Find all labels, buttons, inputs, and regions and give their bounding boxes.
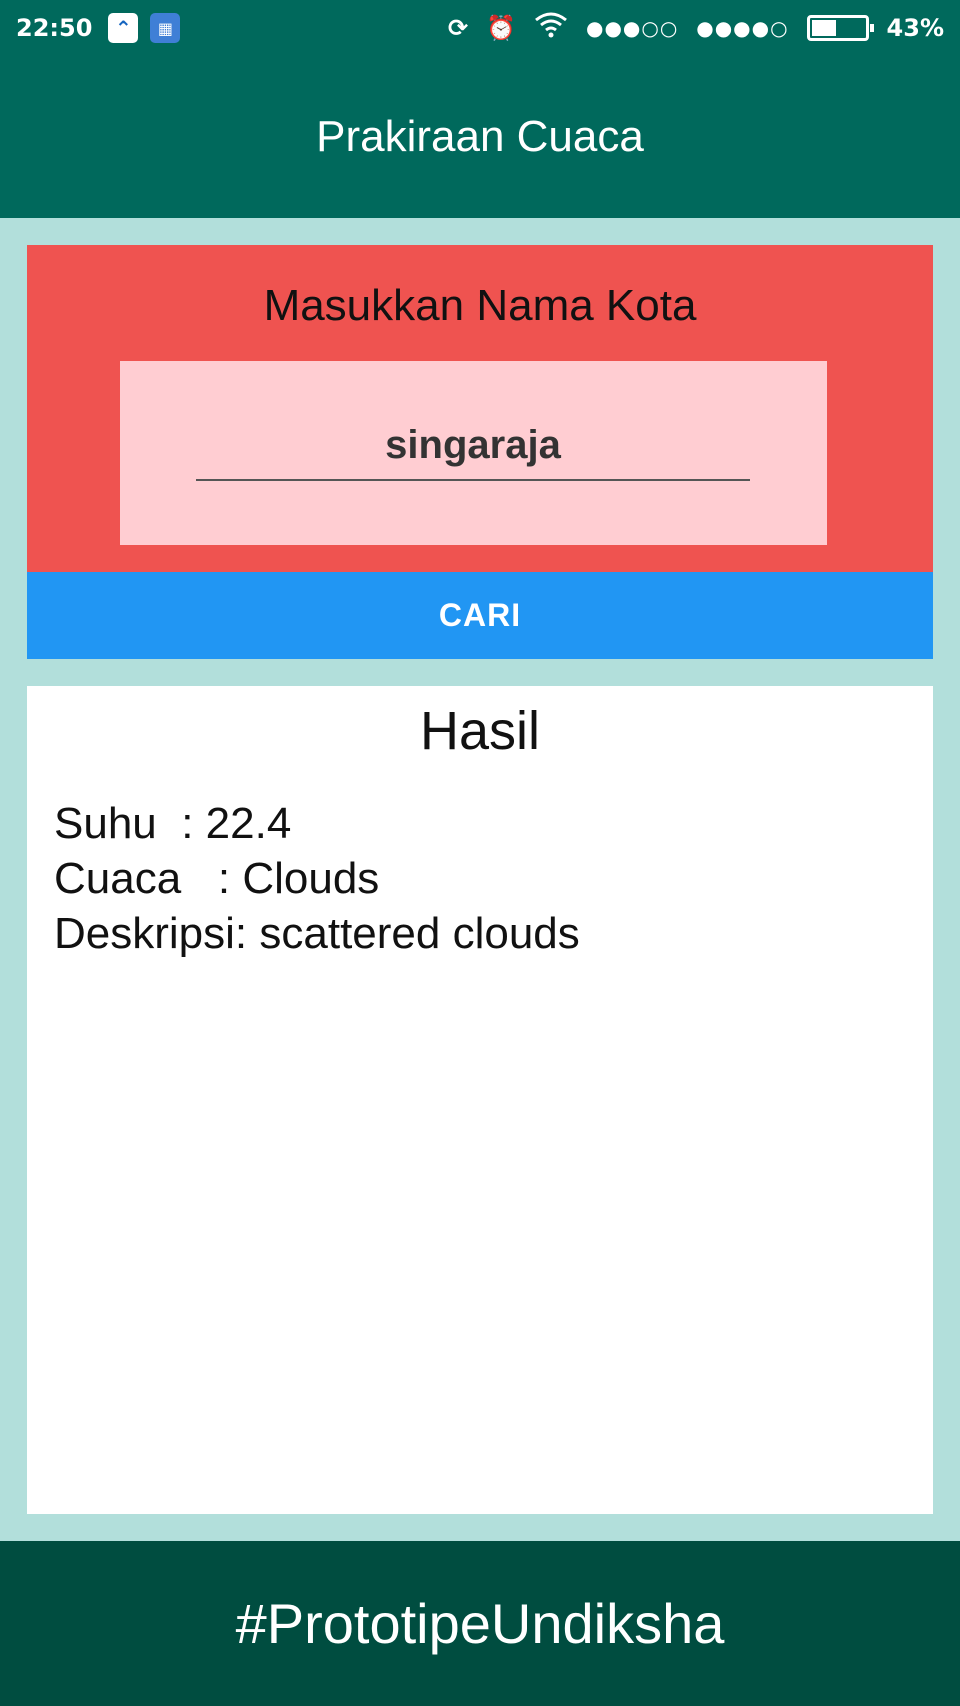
search-button[interactable]: CARI xyxy=(27,572,933,659)
app-notification-icon: ⌃ xyxy=(108,13,139,43)
result-row-weather: Cuaca : Clouds xyxy=(54,851,580,906)
status-bar: 22:50 ⌃ ▦ ⟳ ⏰ ●●●○○ ●●●●○ 43% xyxy=(0,0,960,56)
search-title: Masukkan Nama Kota xyxy=(263,281,697,330)
app-bar: Prakiraan Cuaca xyxy=(0,56,960,218)
description-value: : scattered clouds xyxy=(234,909,580,958)
search-card: Masukkan Nama Kota xyxy=(27,245,933,572)
temperature-label: Suhu xyxy=(54,799,182,848)
battery-percent: 43% xyxy=(886,14,944,42)
description-label: Deskripsi xyxy=(54,909,235,958)
weather-label: Cuaca xyxy=(54,854,218,903)
result-title: Hasil xyxy=(419,701,541,761)
status-time: 22:50 xyxy=(16,14,93,42)
signal-strength-1: ●●●○○ xyxy=(586,16,679,40)
weather-value: : Clouds xyxy=(217,854,380,903)
app-title: Prakiraan Cuaca xyxy=(316,112,644,161)
footer: #PrototipeUndiksha xyxy=(0,1541,960,1706)
rotation-lock-icon: ⟳ xyxy=(448,14,469,42)
result-row-temperature: Suhu : 22.4 xyxy=(54,796,580,851)
wifi-icon xyxy=(534,12,568,44)
city-input[interactable] xyxy=(196,411,750,481)
result-row-description: Deskripsi: scattered clouds xyxy=(54,906,580,961)
messenger-notification-icon: ▦ xyxy=(150,13,181,43)
alarm-icon: ⏰ xyxy=(486,14,517,42)
result-card: Hasil Suhu : 22.4 Cuaca : Clouds Deskrip… xyxy=(27,686,933,1514)
city-input-container xyxy=(120,361,827,545)
footer-text: #PrototipeUndiksha xyxy=(235,1592,725,1655)
battery-icon xyxy=(806,15,874,41)
signal-strength-2: ●●●●○ xyxy=(696,16,789,40)
result-list: Suhu : 22.4 Cuaca : Clouds Deskripsi: sc… xyxy=(54,796,580,961)
status-right: ⟳ ⏰ ●●●○○ ●●●●○ 43% xyxy=(448,12,944,44)
temperature-value: : 22.4 xyxy=(181,799,292,848)
battery-level xyxy=(811,20,836,36)
